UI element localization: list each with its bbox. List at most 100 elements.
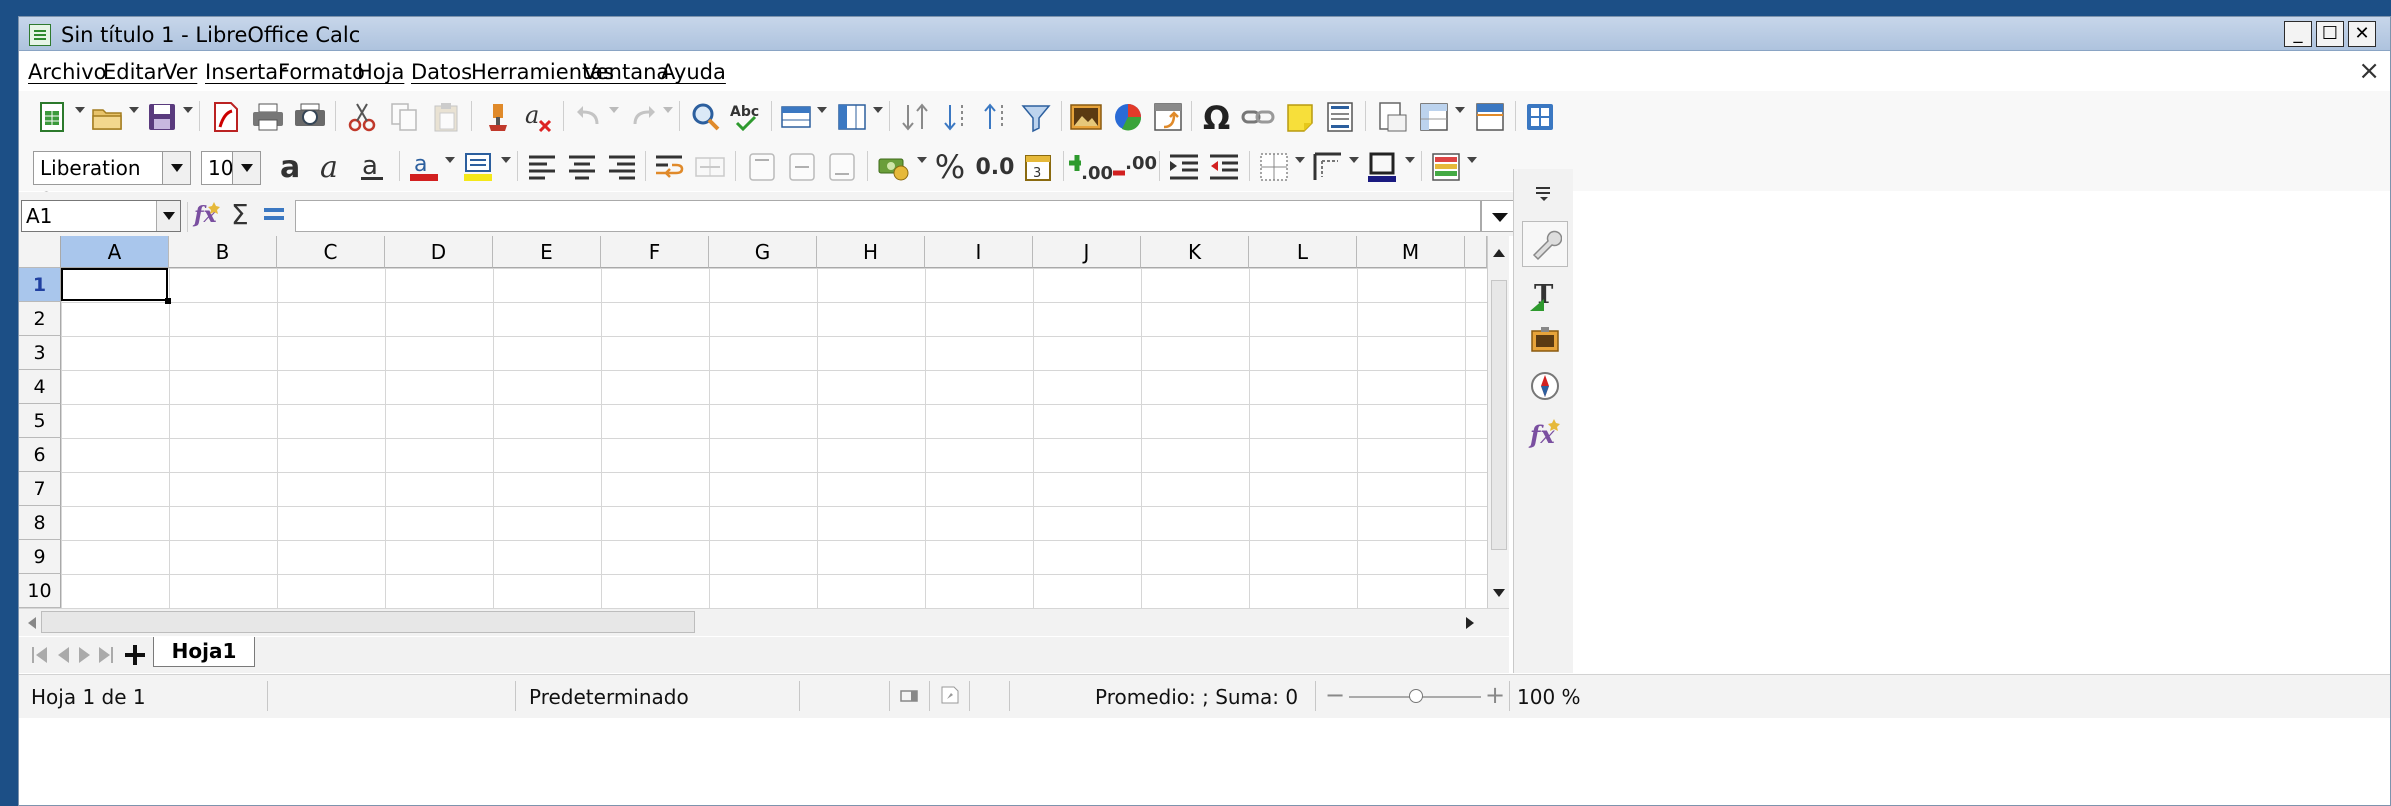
column-header-l[interactable]: L	[1249, 236, 1357, 268]
zoom-slider[interactable]	[1349, 689, 1481, 703]
currency-dropdown-icon[interactable]	[917, 157, 927, 163]
define-print-area-icon[interactable]	[1373, 99, 1411, 135]
maximize-button[interactable]: ☐	[2316, 21, 2344, 47]
name-box[interactable]: A1	[21, 200, 181, 232]
sidebar-functions-button[interactable]: fx	[1522, 409, 1568, 455]
border-color-dropdown-icon[interactable]	[1405, 157, 1415, 163]
menu-hoja[interactable]: Hoja	[357, 60, 404, 84]
minimize-button[interactable]: _	[2284, 21, 2312, 47]
insert-image-icon[interactable]	[1067, 99, 1105, 135]
column-icon[interactable]	[833, 99, 871, 135]
sidebar-gallery-button[interactable]	[1522, 317, 1568, 363]
name-box-dropdown-icon[interactable]	[156, 201, 180, 231]
find-replace-icon[interactable]	[687, 99, 725, 135]
background-color-icon[interactable]	[459, 149, 497, 185]
column-header-k[interactable]: K	[1141, 236, 1249, 268]
align-top-icon[interactable]	[743, 149, 781, 185]
row-header-4[interactable]: 4	[19, 370, 61, 404]
print-preview-icon[interactable]	[291, 99, 329, 135]
column-header-m[interactable]: M	[1357, 236, 1465, 268]
export-pdf-icon[interactable]	[207, 99, 245, 135]
sidebar-menu-icon[interactable]	[1534, 185, 1554, 203]
select-all-corner[interactable]	[19, 236, 61, 268]
previous-sheet-icon[interactable]	[55, 645, 71, 665]
delete-decimal-place-icon[interactable]: .00	[1113, 149, 1157, 185]
row-header-3[interactable]: 3	[19, 336, 61, 370]
menu-datos[interactable]: Datos	[411, 60, 472, 84]
sidebar-properties-button[interactable]	[1522, 221, 1568, 267]
special-character-icon[interactable]: Ω	[1197, 99, 1235, 135]
center-vertically-icon[interactable]	[783, 149, 821, 185]
conditional-format-icon[interactable]	[1427, 149, 1465, 185]
scroll-right-icon[interactable]	[1463, 616, 1477, 630]
save-icon[interactable]	[143, 99, 181, 135]
row-header-1[interactable]: 1	[19, 268, 61, 302]
row-header-5[interactable]: 5	[19, 404, 61, 438]
paste-icon[interactable]	[427, 99, 465, 135]
row-header-9[interactable]: 9	[19, 540, 61, 574]
redo-icon[interactable]	[625, 99, 663, 135]
formula-equals-icon[interactable]	[255, 196, 293, 232]
column-header-h[interactable]: H	[817, 236, 925, 268]
open-dropdown-icon[interactable]	[129, 107, 139, 113]
pivot-table-icon[interactable]	[1149, 99, 1187, 135]
column-header-j[interactable]: J	[1033, 236, 1141, 268]
sort-icon[interactable]	[897, 99, 935, 135]
sheet-tab-hoja1[interactable]: Hoja1	[153, 637, 255, 667]
border-style-icon[interactable]	[1309, 149, 1347, 185]
sidebar-styles-button[interactable]: T	[1522, 273, 1568, 319]
formula-input[interactable]	[295, 200, 1481, 232]
first-sheet-icon[interactable]	[31, 645, 49, 665]
menu-ayuda[interactable]: Ayuda	[661, 60, 726, 84]
merge-center-icon[interactable]	[691, 149, 729, 185]
add-sheet-icon[interactable]	[123, 643, 147, 667]
clear-formatting-icon[interactable]: a	[519, 99, 557, 135]
scroll-up-icon[interactable]	[1492, 246, 1506, 260]
wrap-text-icon[interactable]	[651, 149, 689, 185]
underline-icon[interactable]: a	[353, 149, 391, 185]
function-wizard-icon[interactable]: fx	[189, 196, 227, 232]
align-bottom-icon[interactable]	[823, 149, 861, 185]
freeze-dropdown-icon[interactable]	[1455, 107, 1465, 113]
column-header-d[interactable]: D	[385, 236, 493, 268]
conditional-format-dropdown-icon[interactable]	[1467, 157, 1477, 163]
autofilter-icon[interactable]	[1017, 99, 1055, 135]
date-format-icon[interactable]: 3	[1019, 149, 1057, 185]
undo-icon[interactable]	[569, 99, 607, 135]
row-header-2[interactable]: 2	[19, 302, 61, 336]
currency-format-icon[interactable]	[875, 149, 913, 185]
row-icon[interactable]	[777, 99, 815, 135]
sidebar-deck-icon[interactable]	[1521, 99, 1559, 135]
column-header-partial[interactable]	[1465, 236, 1487, 268]
insert-chart-icon[interactable]	[1109, 99, 1147, 135]
scroll-left-icon[interactable]	[25, 616, 39, 630]
clone-formatting-icon[interactable]	[479, 99, 517, 135]
active-cell-a1[interactable]	[61, 268, 171, 304]
column-header-f[interactable]: F	[601, 236, 709, 268]
borders-icon[interactable]	[1255, 149, 1293, 185]
menu-ventana[interactable]: Ventana	[583, 60, 669, 84]
save-dropdown-icon[interactable]	[183, 107, 193, 113]
border-color-icon[interactable]	[1363, 149, 1401, 185]
font-size-dropdown-icon[interactable]	[232, 152, 260, 184]
document-modified-icon[interactable]	[939, 685, 961, 705]
cell-grid[interactable]	[61, 268, 1487, 608]
open-folder-icon[interactable]	[89, 99, 127, 135]
font-size-combo[interactable]: 10	[201, 151, 261, 185]
menu-editar[interactable]: Editar	[103, 60, 165, 84]
new-spreadsheet-icon[interactable]	[33, 99, 71, 135]
zoom-in-button[interactable]: +	[1485, 681, 1505, 709]
menu-archivo[interactable]: Archivo	[28, 60, 107, 84]
align-center-icon[interactable]	[563, 149, 601, 185]
decrease-indent-icon[interactable]	[1205, 149, 1243, 185]
new-dropdown-icon[interactable]	[75, 107, 85, 113]
zoom-level[interactable]: 100 %	[1517, 685, 1581, 709]
number-format-icon[interactable]: 0.0	[973, 149, 1017, 185]
scroll-down-icon[interactable]	[1492, 586, 1506, 600]
page-style[interactable]: Predeterminado	[529, 685, 689, 709]
hyperlink-icon[interactable]	[1239, 99, 1277, 135]
zoom-out-button[interactable]: −	[1325, 681, 1345, 709]
border-style-dropdown-icon[interactable]	[1349, 157, 1359, 163]
font-name-dropdown-icon[interactable]	[162, 152, 190, 184]
vertical-scrollbar[interactable]	[1487, 236, 1509, 608]
